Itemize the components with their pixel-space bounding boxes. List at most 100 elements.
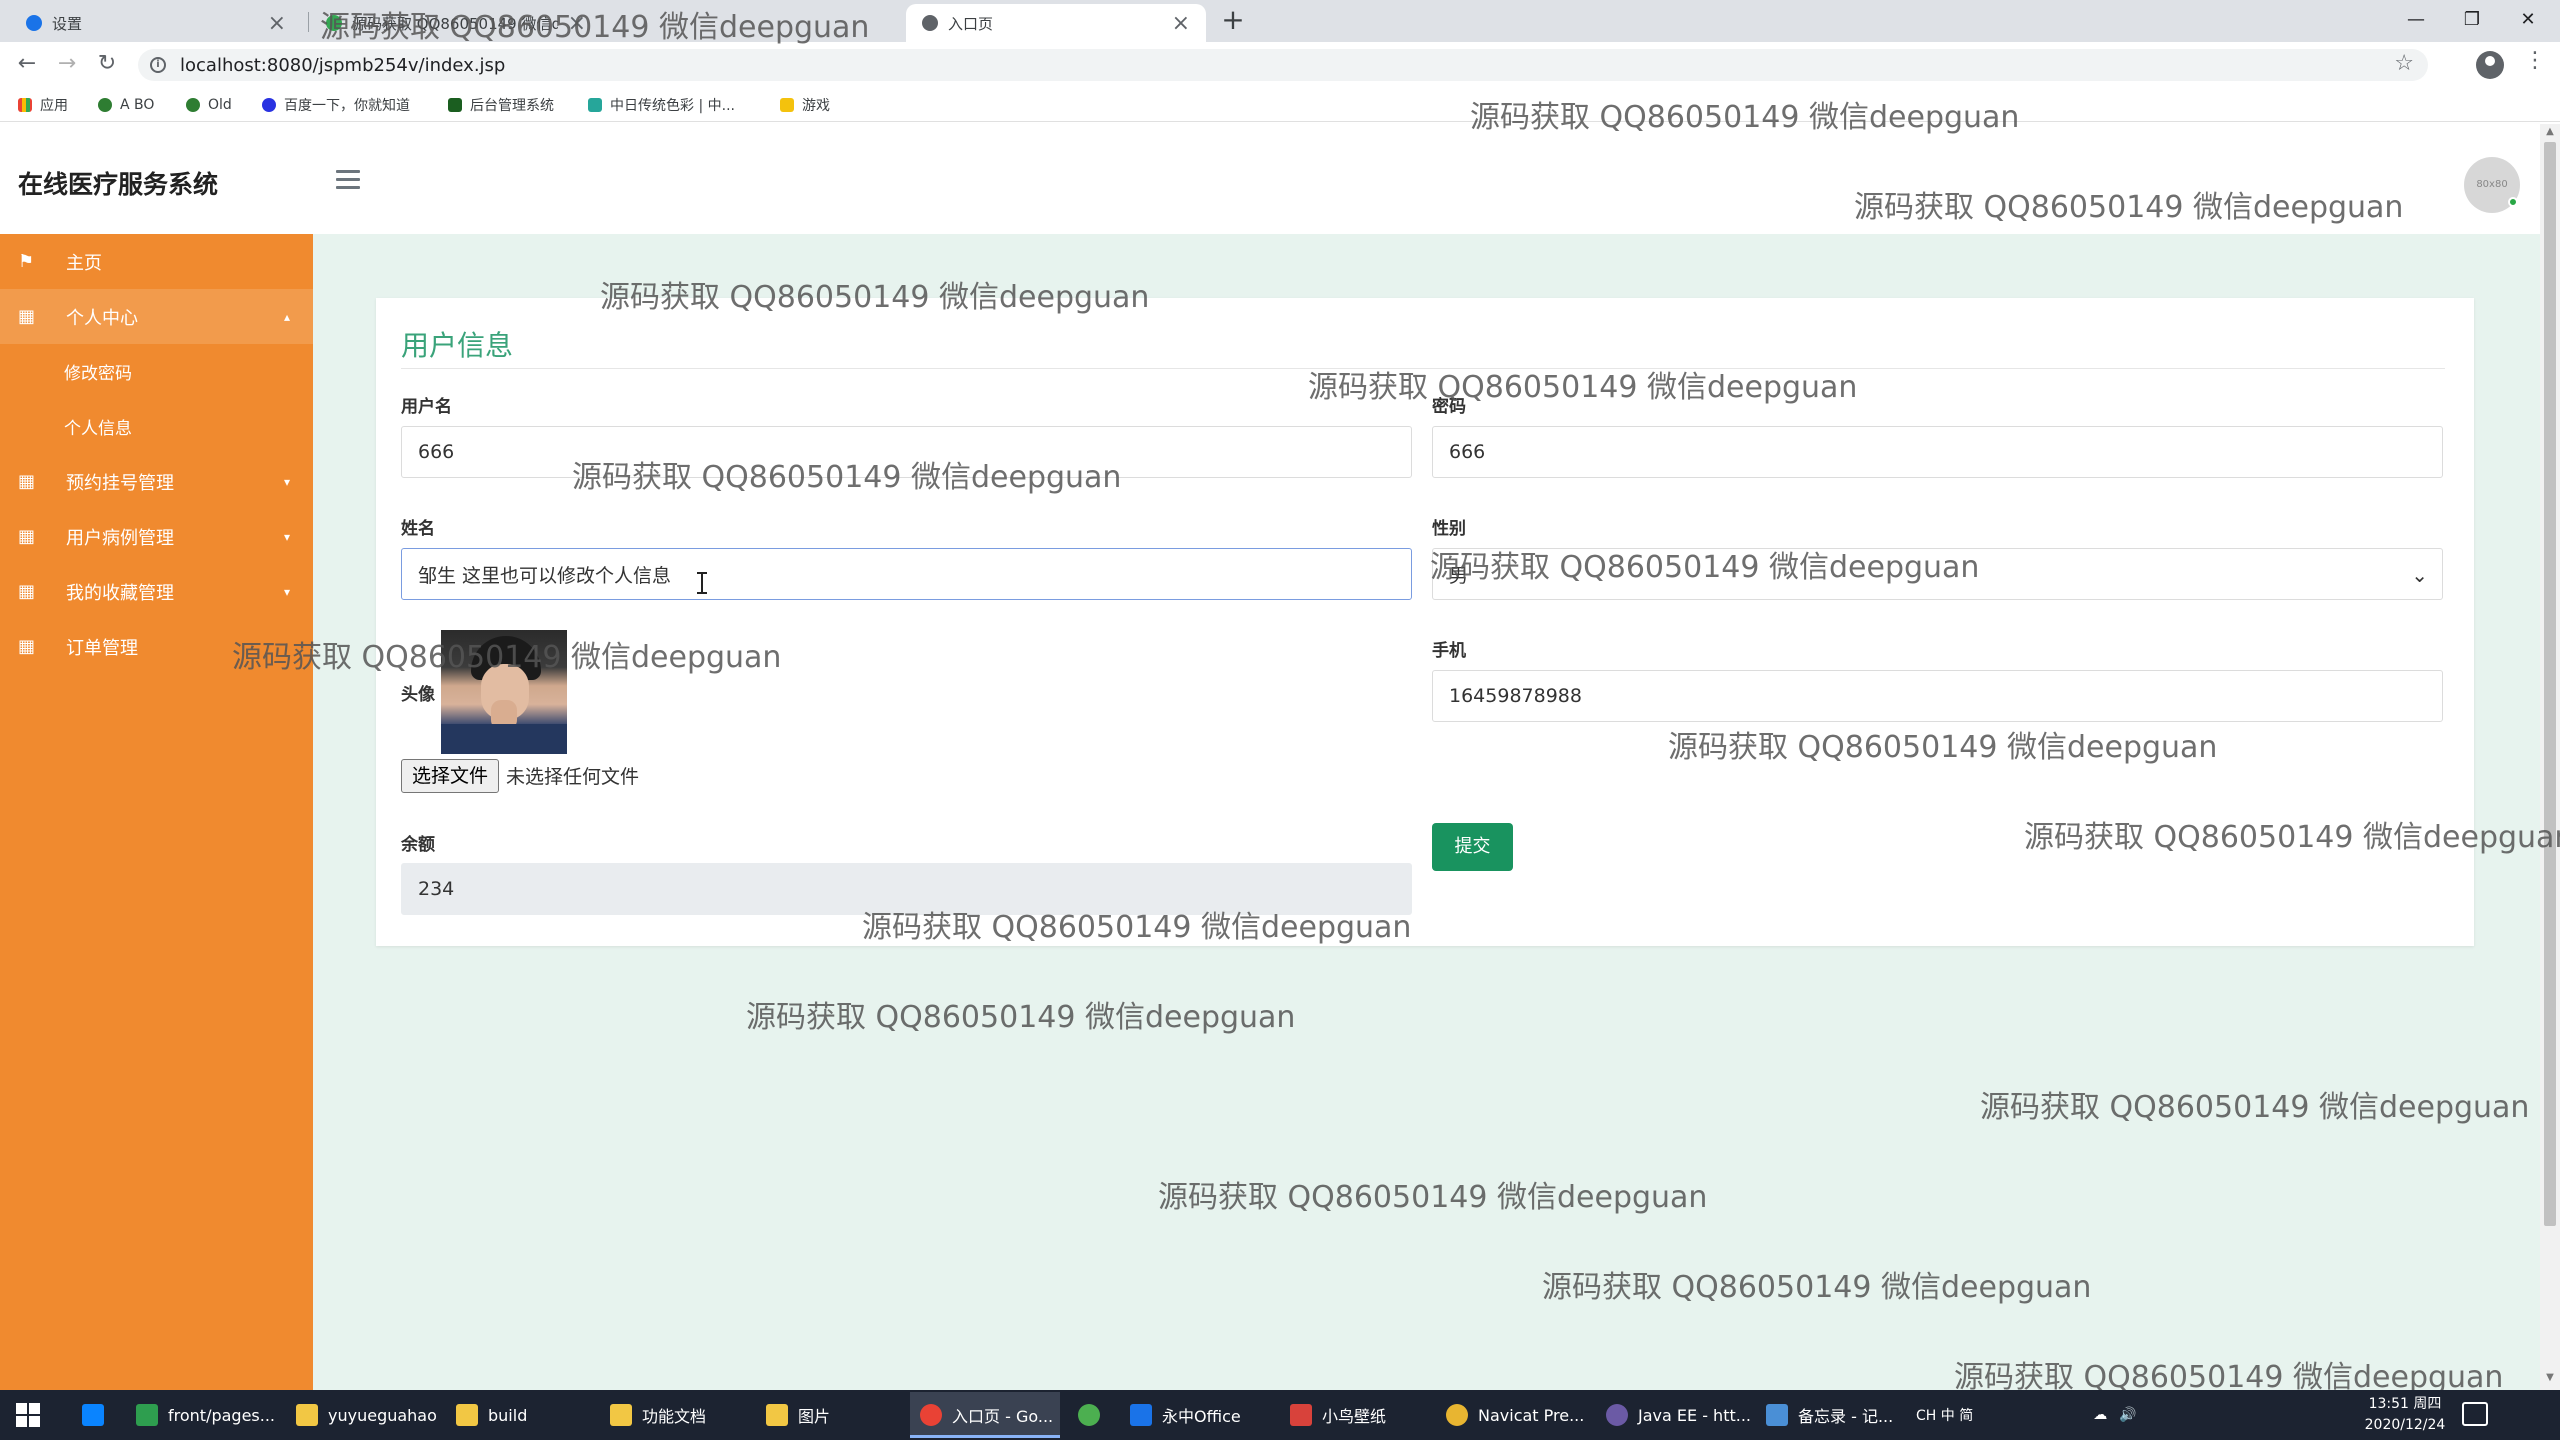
taskbar-item[interactable]: front/pages...: [126, 1392, 276, 1438]
bookmark-label: 应用: [40, 98, 68, 114]
apps-grid-icon: [18, 98, 32, 112]
office-icon: [1130, 1404, 1152, 1426]
reload-icon[interactable]: ↻: [92, 50, 122, 80]
grid-icon: ▦: [18, 636, 36, 657]
input-method-indicator[interactable]: CH 中 简: [1916, 1405, 1973, 1425]
close-icon[interactable]: ×: [268, 11, 286, 36]
taskbar-item-chrome[interactable]: 入口页 - Go...: [910, 1392, 1060, 1438]
phone-field[interactable]: 16459878988: [1432, 670, 2443, 722]
leaf-icon: [98, 98, 112, 112]
sidebar-item-change-password[interactable]: 修改密码: [0, 344, 313, 399]
watermark: 源码获取 QQ86050149 微信deepguan: [1430, 550, 1980, 585]
sidebar-item-personal-center[interactable]: ▦ 个人中心 ▴: [0, 289, 313, 344]
globe-icon: [922, 15, 938, 31]
profile-icon[interactable]: [2476, 51, 2504, 79]
bookmark-colors[interactable]: 中日传统色彩 | 中...: [588, 93, 735, 117]
hamburger-menu-icon[interactable]: [336, 170, 360, 190]
wechat-icon: [1078, 1404, 1100, 1426]
taskbar-store[interactable]: [72, 1392, 114, 1438]
taskbar-item[interactable]: build: [446, 1392, 596, 1438]
choose-file-button[interactable]: 选择文件: [401, 759, 499, 793]
sidebar-item-medical-records[interactable]: ▦ 用户病例管理 ▾: [0, 509, 313, 564]
bookmark-old[interactable]: Old: [186, 93, 232, 117]
taskbar-item[interactable]: 永中Office: [1120, 1392, 1270, 1438]
sidebar-item-label: 修改密码: [64, 364, 132, 384]
maximize-button[interactable]: ❐: [2444, 0, 2500, 40]
grid-icon: ▦: [18, 471, 36, 492]
hbuilder-icon: [136, 1404, 158, 1426]
tab-entry-page[interactable]: 入口页 ×: [906, 4, 1206, 42]
volume-icon[interactable]: 🔊: [2119, 1407, 2136, 1423]
bookmark-star-icon[interactable]: ☆: [2394, 51, 2414, 76]
taskbar-item[interactable]: [1068, 1392, 1110, 1438]
grid-icon: ▦: [18, 306, 36, 327]
info-icon[interactable]: i: [150, 57, 166, 73]
taskbar-item[interactable]: 功能文档: [600, 1392, 750, 1438]
back-arrow-icon[interactable]: ←: [12, 50, 42, 80]
taskbar-label: 永中Office: [1162, 1407, 1241, 1426]
taskbar-item[interactable]: 图片: [756, 1392, 906, 1438]
watermark: 源码获取 QQ86050149 微信deepguan: [1668, 730, 2218, 765]
name-field[interactable]: 邹生 这里也可以修改个人信息: [401, 548, 1412, 600]
more-menu-icon[interactable]: ⋮: [2524, 48, 2546, 73]
watermark: 源码获取 QQ86050149 微信deepguan: [1542, 1270, 2092, 1305]
notification-icon[interactable]: [2462, 1402, 2488, 1426]
folder-icon: [456, 1404, 478, 1426]
notepad-icon: [1766, 1404, 1788, 1426]
new-tab-button[interactable]: +: [1216, 4, 1250, 38]
caret-down-icon: ▾: [284, 474, 291, 489]
tab-settings[interactable]: 设置 ×: [10, 4, 302, 42]
navicat-icon: [1446, 1404, 1468, 1426]
taskbar-item[interactable]: Java EE - htt...: [1596, 1392, 1751, 1438]
bookmark-admin[interactable]: 后台管理系统: [448, 93, 554, 117]
watermark: 源码获取 QQ86050149 微信deepguan: [746, 1000, 1296, 1035]
username-label: 用户名: [401, 397, 452, 417]
bookmark-apps[interactable]: 应用: [18, 93, 68, 117]
sidebar-item-appointments[interactable]: ▦ 预约挂号管理 ▾: [0, 454, 313, 509]
system-tray[interactable]: CH 中 简 ☁ 🔊: [1916, 1392, 2137, 1438]
taskbar-label: yuyueguahao: [328, 1405, 437, 1425]
taskbar-label: 入口页 - Go...: [952, 1407, 1054, 1426]
watermark: 源码获取 QQ86050149 微信deepguan: [1980, 1090, 2530, 1125]
tab-separator: [308, 12, 309, 32]
scroll-down-icon[interactable]: ▼: [2542, 1372, 2558, 1386]
folder-icon: [296, 1404, 318, 1426]
bookmark-baidu[interactable]: 百度一下，你就知道: [262, 93, 410, 117]
sidebar-item-personal-info[interactable]: 个人信息: [0, 399, 313, 454]
scroll-up-icon[interactable]: ▲: [2542, 126, 2558, 140]
taskbar-item[interactable]: Navicat Pre...: [1436, 1392, 1586, 1438]
address-bar[interactable]: i localhost:8080/jspmb254v/index.jsp ☆: [138, 49, 2428, 81]
folder-icon: [766, 1404, 788, 1426]
bookmark-label: Old: [208, 97, 232, 113]
app-brand: 在线医疗服务系统: [18, 170, 219, 199]
taskbar-item[interactable]: 备忘录 - 记...: [1756, 1392, 1906, 1438]
taskbar-item[interactable]: 小鸟壁纸: [1280, 1392, 1430, 1438]
submit-button[interactable]: 提交: [1432, 823, 1513, 871]
sidebar-item-home[interactable]: ⚑ 主页: [0, 234, 313, 289]
close-window-button[interactable]: ✕: [2500, 0, 2556, 40]
wallpaper-icon: [1290, 1404, 1312, 1426]
system-clock[interactable]: 13:51 周四 2020/12/24: [2350, 1394, 2460, 1436]
scrollbar-thumb[interactable]: [2544, 142, 2556, 1226]
watermark: 源码获取 QQ86050149 微信deepguan: [600, 280, 1150, 315]
taskbar-item[interactable]: yuyueguahao: [286, 1392, 437, 1438]
watermark: 源码获取 QQ86050149 微信deepguan: [232, 640, 782, 675]
watermark: 源码获取 QQ86050149 微信deepguan: [1158, 1180, 1708, 1215]
windows-start-icon[interactable]: [16, 1403, 40, 1427]
password-field[interactable]: 666: [1432, 426, 2443, 478]
watermark: 源码获取 QQ86050149 微信deepguan: [862, 910, 1412, 945]
bookmark-games[interactable]: 游戏: [780, 93, 830, 117]
forward-arrow-icon[interactable]: →: [52, 50, 82, 80]
clock-date: 2020/12/24: [2364, 1417, 2446, 1433]
watermark: 源码获取 QQ86050149 微信deepguan: [1308, 370, 1858, 405]
paw-icon: [262, 98, 276, 112]
sidebar-item-label: 个人中心: [66, 307, 138, 329]
bookmark-abo[interactable]: A BO: [98, 93, 154, 117]
minimize-button[interactable]: —: [2388, 0, 2444, 40]
network-icon[interactable]: ☁: [2093, 1407, 2107, 1423]
url-text: localhost:8080/jspmb254v/index.jsp: [180, 54, 506, 76]
sidebar-item-favorites[interactable]: ▦ 我的收藏管理 ▾: [0, 564, 313, 619]
close-icon[interactable]: ×: [1172, 11, 1190, 36]
chrome-icon: [920, 1404, 942, 1426]
sidebar-item-label: 主页: [66, 252, 102, 274]
